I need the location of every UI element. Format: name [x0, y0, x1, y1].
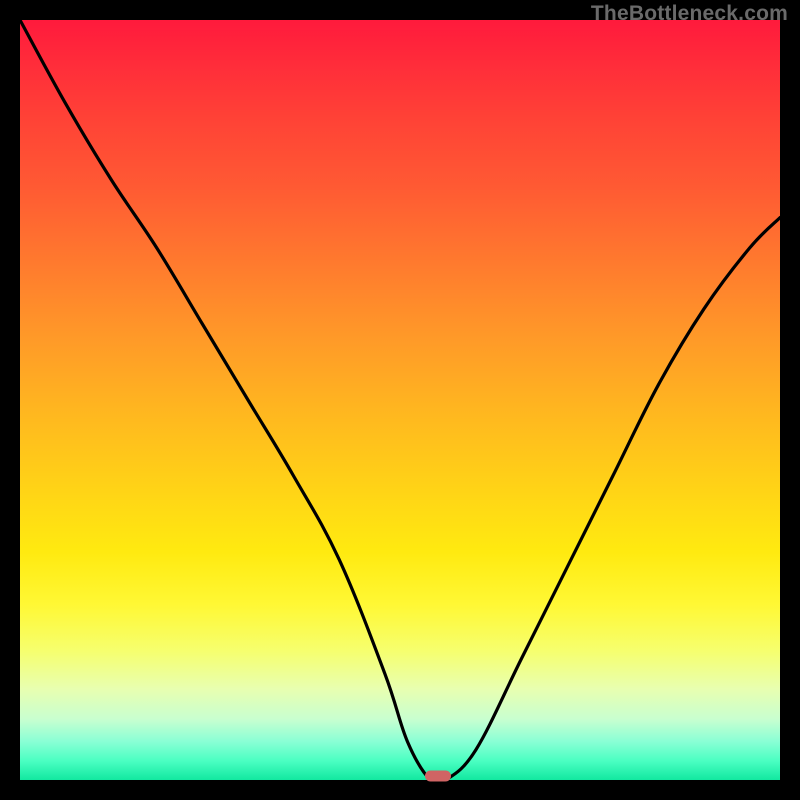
target-marker	[425, 771, 451, 782]
bottleneck-curve	[20, 20, 780, 780]
plot-area	[20, 20, 780, 780]
chart-frame: TheBottleneck.com	[0, 0, 800, 800]
